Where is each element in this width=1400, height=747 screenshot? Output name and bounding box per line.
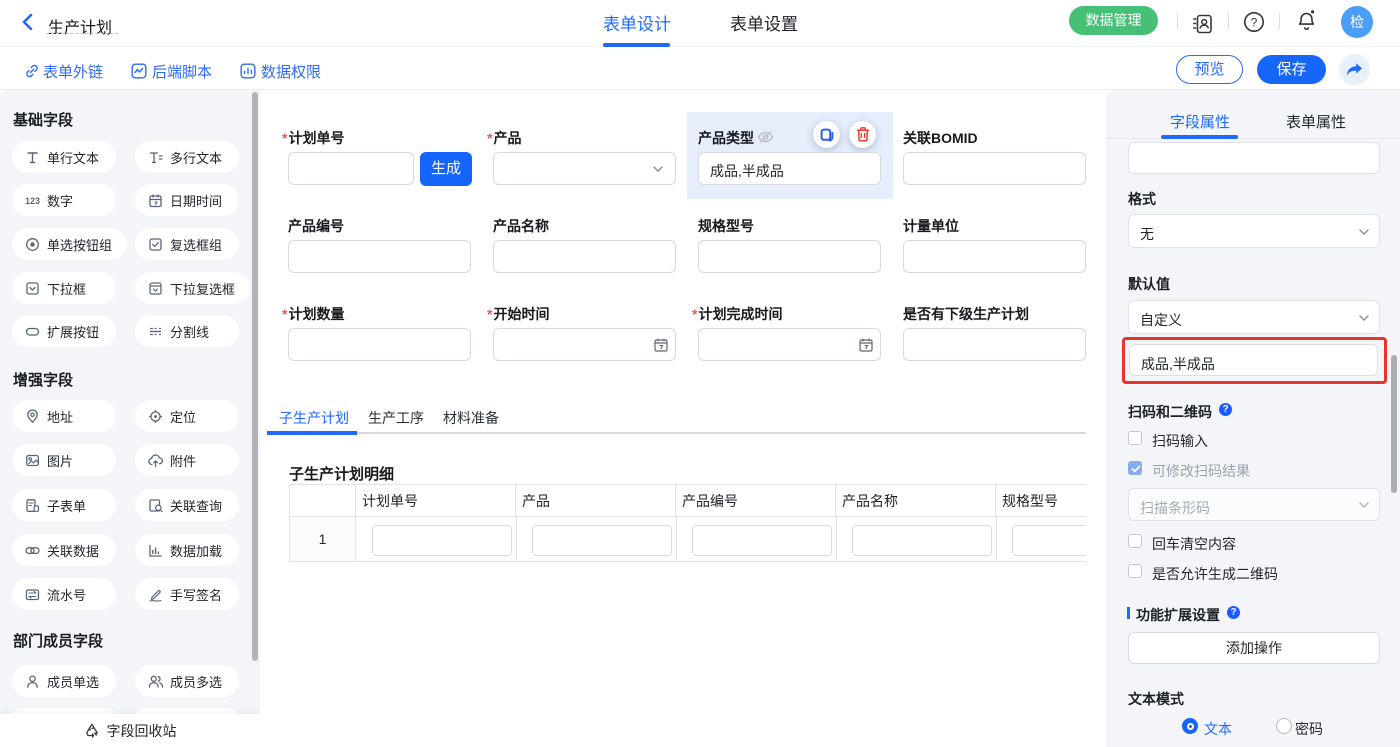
svg-text:123: 123 bbox=[25, 196, 40, 206]
svg-text:?: ? bbox=[1251, 15, 1258, 29]
